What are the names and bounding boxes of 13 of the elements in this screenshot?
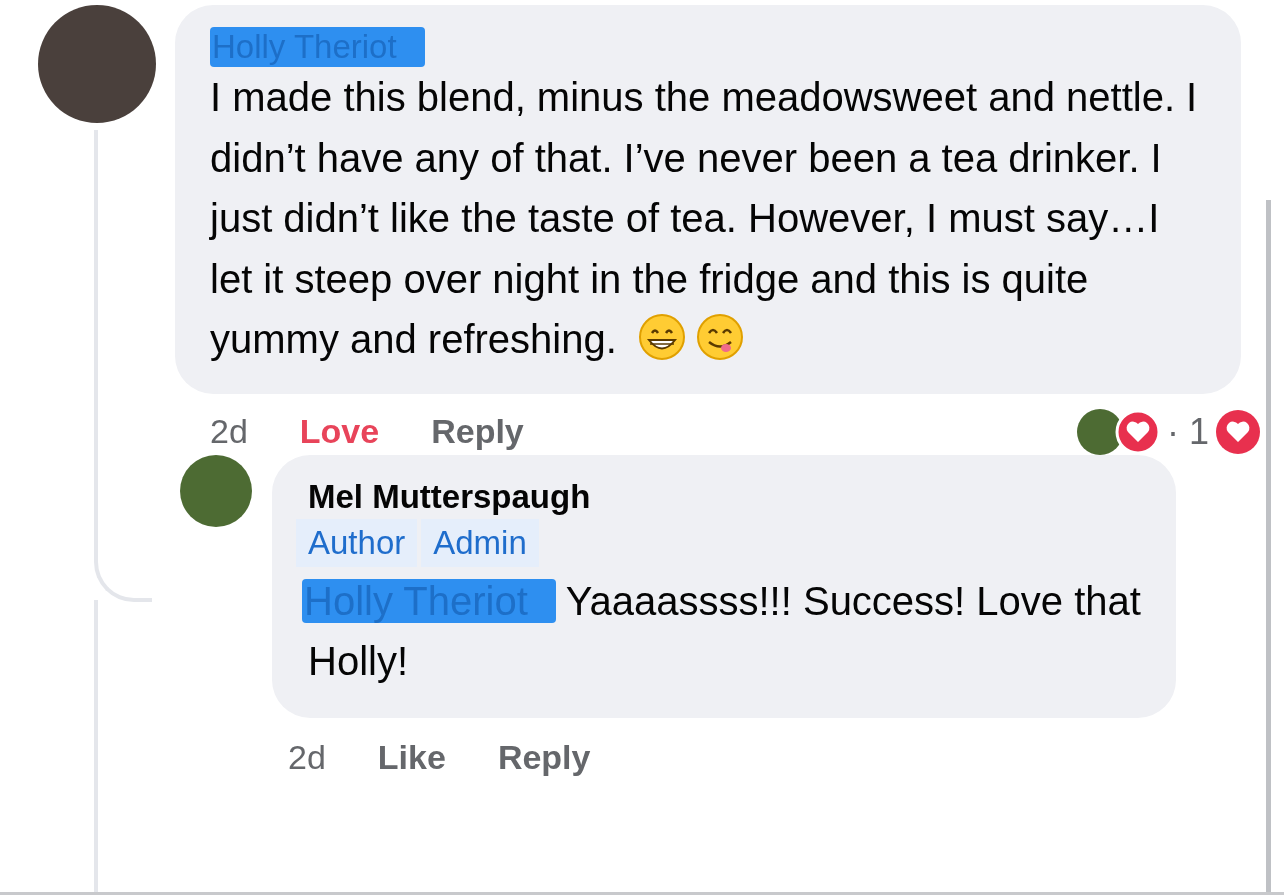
author-name[interactable]: Mel Mutterspaugh xyxy=(308,476,591,517)
role-badge: Admin xyxy=(421,518,539,567)
grin-emoji-icon xyxy=(637,313,686,361)
timestamp[interactable]: 2d xyxy=(288,732,326,783)
reaction-count: · 1 xyxy=(1167,409,1209,454)
timestamp[interactable]: 2d xyxy=(210,406,248,457)
comment-action-link[interactable]: Love xyxy=(299,406,380,457)
role-badge: Author xyxy=(296,518,418,567)
comment-text: I made this blend, minus the meadowsweet and nettle. I didn’t have any of that. I’ve never been a tea drinker. I just didn’t like the taste of tea. However, I must say…I let it steep over night in the fridge and this is quite yummy and refreshing. xyxy=(210,74,1199,363)
comment-action-link[interactable]: Reply xyxy=(497,732,591,783)
comment-action-link[interactable]: Reply xyxy=(431,406,524,457)
yum-emoji-icon xyxy=(695,313,744,361)
comment-action-link[interactable]: Like xyxy=(377,732,446,783)
